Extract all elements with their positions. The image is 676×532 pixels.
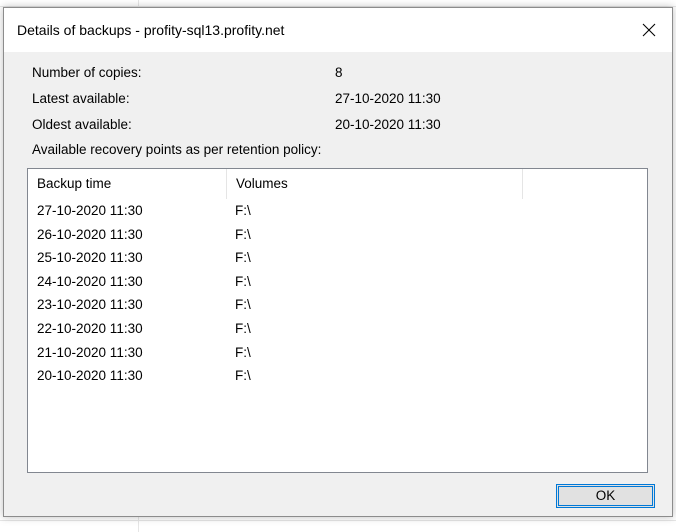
volume-cell: F:\ xyxy=(235,203,251,218)
copies-value: 8 xyxy=(335,65,343,80)
oldest-label: Oldest available: xyxy=(32,117,132,132)
backup-time-cell: 24-10-2020 11:30 xyxy=(37,273,143,289)
backup-time-cell: 20-10-2020 11:30 xyxy=(37,368,143,384)
table-row[interactable]: 24-10-2020 11:30 F:\ xyxy=(28,270,647,294)
volume-cell: F:\ xyxy=(235,273,251,289)
recovery-points-label: Available recovery points as per retenti… xyxy=(32,142,322,157)
latest-value: 27-10-2020 11:30 xyxy=(335,91,441,106)
backup-details-dialog: Details of backups - profity-sql13.profi… xyxy=(3,7,673,517)
window-title: Details of backups - profity-sql13.profi… xyxy=(17,22,285,38)
table-row[interactable]: 23-10-2020 11:30 F:\ xyxy=(28,293,647,317)
backup-time-cell: 27-10-2020 11:30 xyxy=(37,203,143,218)
background-divider xyxy=(0,520,676,521)
ok-button[interactable]: OK xyxy=(556,484,655,508)
volume-cell: F:\ xyxy=(235,226,251,242)
table-row[interactable]: 21-10-2020 11:30 F:\ xyxy=(28,341,647,365)
table-row[interactable]: 22-10-2020 11:30 F:\ xyxy=(28,317,647,341)
backup-time-cell: 22-10-2020 11:30 xyxy=(37,320,143,336)
oldest-value: 20-10-2020 11:30 xyxy=(335,117,441,132)
volume-cell: F:\ xyxy=(235,344,251,360)
title-bar: Details of backups - profity-sql13.profi… xyxy=(4,8,672,52)
close-icon xyxy=(642,23,656,37)
recovery-points-list[interactable]: Backup time Volumes 27-10-2020 11:30 F:\… xyxy=(27,168,648,473)
column-header-filler xyxy=(523,169,647,199)
backup-time-cell: 23-10-2020 11:30 xyxy=(37,297,143,313)
table-row[interactable]: 25-10-2020 11:30 F:\ xyxy=(28,246,647,270)
latest-label: Latest available: xyxy=(32,91,130,106)
backup-time-cell: 21-10-2020 11:30 xyxy=(37,344,143,360)
close-button[interactable] xyxy=(626,8,672,52)
copies-label: Number of copies: xyxy=(32,65,142,80)
volume-cell: F:\ xyxy=(235,320,251,336)
list-header: Backup time Volumes xyxy=(28,169,647,199)
backup-time-cell: 25-10-2020 11:30 xyxy=(37,250,143,266)
volume-cell: F:\ xyxy=(235,297,251,313)
volume-cell: F:\ xyxy=(235,250,251,266)
table-row[interactable]: 26-10-2020 11:30 F:\ xyxy=(28,223,647,247)
list-rows: 27-10-2020 11:30 F:\ 26-10-2020 11:30 F:… xyxy=(28,199,647,388)
table-row[interactable]: 20-10-2020 11:30 F:\ xyxy=(28,364,647,388)
table-row[interactable]: 27-10-2020 11:30 F:\ xyxy=(28,199,647,223)
column-header-backup-time[interactable]: Backup time xyxy=(28,169,227,199)
column-header-volumes[interactable]: Volumes xyxy=(227,169,523,199)
backup-time-cell: 26-10-2020 11:30 xyxy=(37,226,143,242)
volume-cell: F:\ xyxy=(235,368,251,384)
